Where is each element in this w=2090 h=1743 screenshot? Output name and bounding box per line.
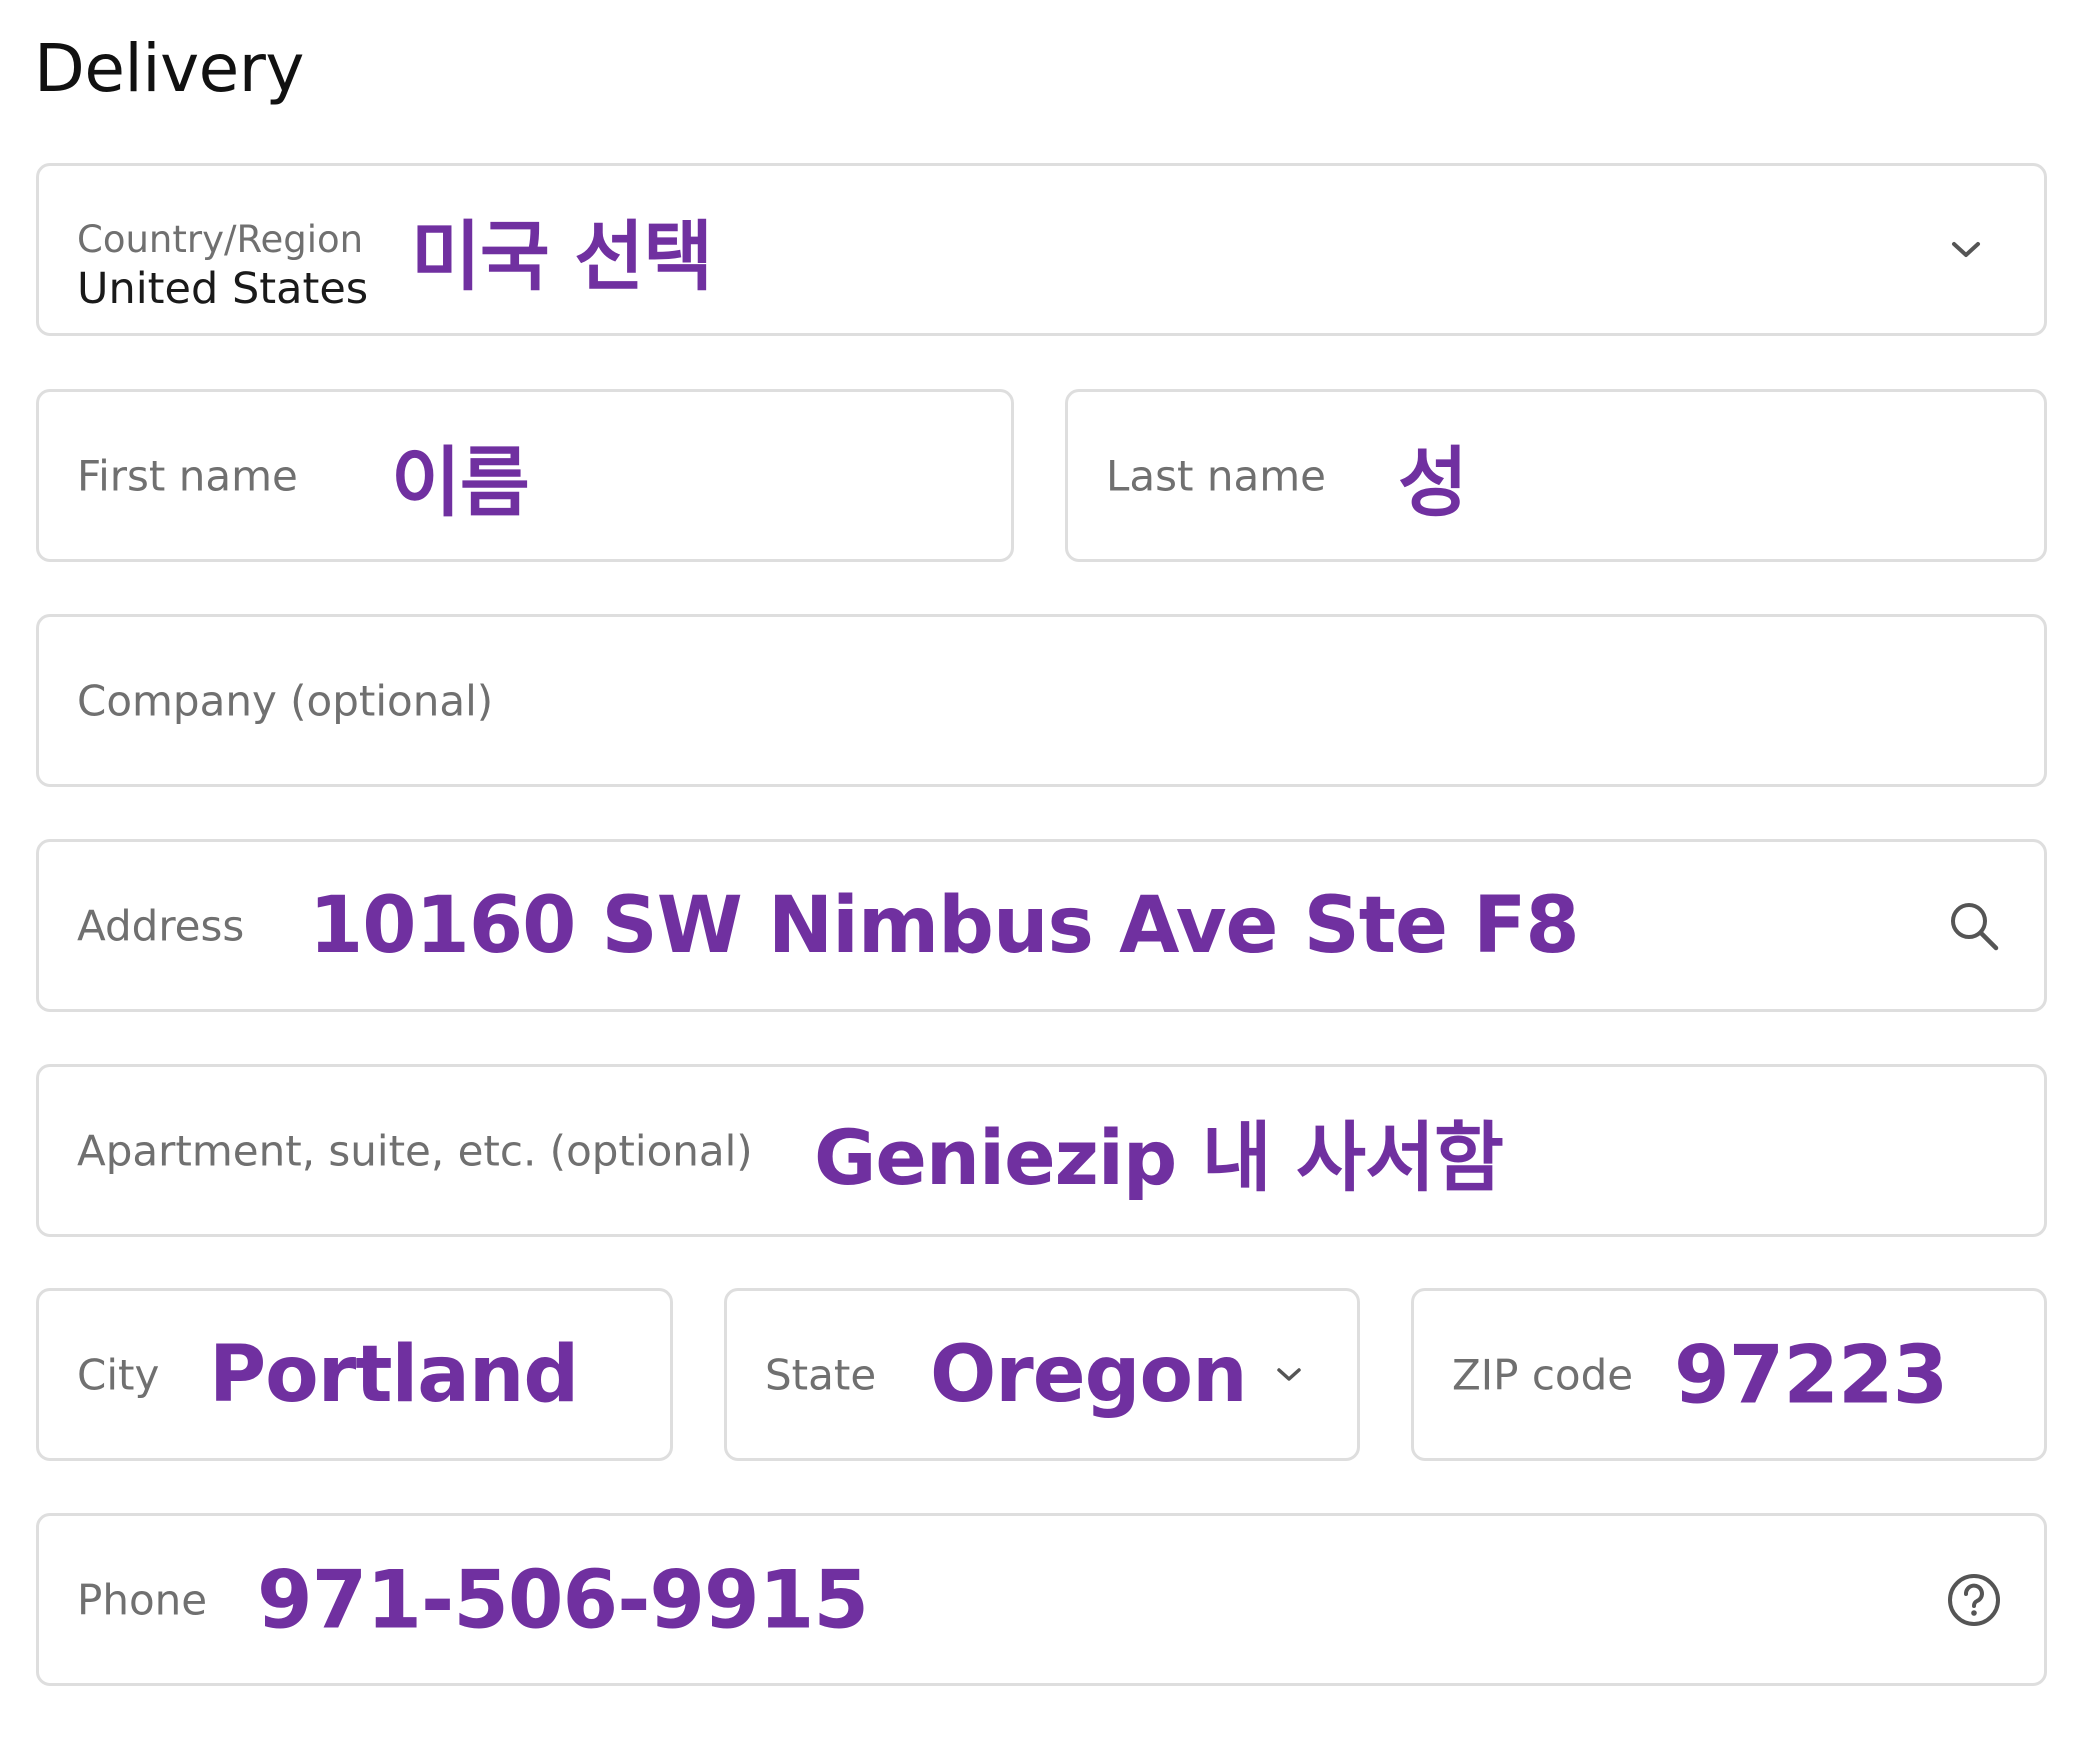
zip-label: ZIP code bbox=[1452, 1350, 1634, 1399]
city-label: City bbox=[77, 1350, 160, 1399]
help-circle-icon[interactable] bbox=[1944, 1570, 2004, 1630]
apartment-field[interactable]: Apartment, suite, etc. (optional) Geniez… bbox=[36, 1064, 2047, 1237]
last-name-label: Last name bbox=[1106, 451, 1326, 500]
first-name-label: First name bbox=[77, 451, 298, 500]
country-label: Country/Region bbox=[77, 218, 364, 261]
country-annotation: 미국 선택 bbox=[411, 211, 713, 301]
country-select[interactable]: Country/Region United States 미국 선택 bbox=[36, 163, 2047, 336]
city-field[interactable]: City Portland bbox=[36, 1288, 673, 1461]
company-field[interactable]: Company (optional) bbox=[36, 614, 2047, 787]
last-name-annotation: 성 bbox=[1398, 437, 1468, 527]
chevron-down-icon[interactable] bbox=[1271, 1357, 1307, 1393]
phone-field[interactable]: Phone 971-506-9915 bbox=[36, 1513, 2047, 1686]
address-field[interactable]: Address 10160 SW Nimbus Ave Ste F8 bbox=[36, 839, 2047, 1012]
zip-field[interactable]: ZIP code 97223 bbox=[1411, 1288, 2047, 1461]
zip-annotation: 97223 bbox=[1674, 1328, 1948, 1421]
address-annotation: 10160 SW Nimbus Ave Ste F8 bbox=[309, 880, 1580, 971]
apartment-label: Apartment, suite, etc. (optional) bbox=[77, 1126, 753, 1175]
address-label: Address bbox=[77, 901, 245, 950]
phone-label: Phone bbox=[77, 1575, 208, 1624]
first-name-field[interactable]: First name 이름 bbox=[36, 389, 1014, 562]
country-value: United States bbox=[77, 264, 369, 314]
company-label: Company (optional) bbox=[77, 676, 494, 725]
section-title: Delivery bbox=[34, 30, 304, 107]
state-annotation: Oregon bbox=[930, 1329, 1248, 1420]
city-annotation: Portland bbox=[209, 1329, 579, 1420]
chevron-down-icon[interactable] bbox=[1946, 230, 1986, 270]
first-name-annotation: 이름 bbox=[391, 437, 530, 527]
state-label: State bbox=[765, 1350, 877, 1399]
state-select[interactable]: State Oregon bbox=[724, 1288, 1360, 1461]
search-icon[interactable] bbox=[1944, 896, 2004, 956]
last-name-field[interactable]: Last name 성 bbox=[1065, 389, 2047, 562]
apartment-annotation: Geniezip 내 사서함 bbox=[814, 1112, 1504, 1202]
phone-annotation: 971-506-9915 bbox=[257, 1553, 869, 1646]
